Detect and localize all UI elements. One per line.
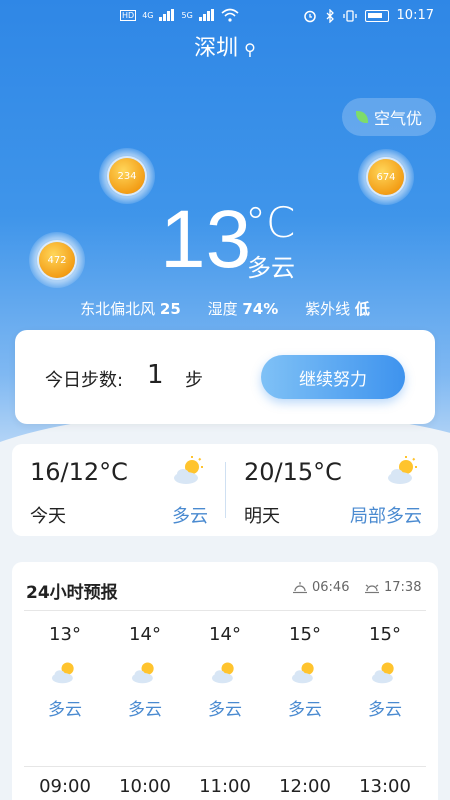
temperature-unit: °C [245,198,296,247]
hourly-condition: 多云 [368,700,402,720]
coin-value-3: 472 [39,242,75,278]
hourly-divider-2 [24,766,426,767]
sunrise-time: 06:46 [312,580,350,595]
battery-icon [364,9,389,22]
today-temps: 16/12°C [30,458,128,486]
coin-bubble-1[interactable]: 234 [99,148,155,204]
vibrate-icon [342,9,357,22]
partly-cloudy-icon [372,662,394,684]
steps-label: 今日步数: [45,370,124,391]
partly-cloudy-icon [52,662,74,684]
hourly-time: 13:00 [359,776,411,797]
air-quality-label: 空气优 [373,109,422,128]
partly-cloudy-icon [292,662,314,684]
hourly-item[interactable]: 15° 多云 13:00 [345,624,425,797]
coin-bubble-3[interactable]: 472 [29,232,85,288]
humidity-label: 湿度 [207,300,238,318]
keep-going-button[interactable]: 继续努力 [261,355,405,399]
uv-label: 紫外线 [305,300,351,318]
hd-icon: HD [120,9,137,21]
partly-cloudy-icon [388,456,417,484]
coin-value-1: 234 [109,158,145,194]
forecast-tomorrow[interactable]: 20/15°C 明天 局部多云 [226,444,434,536]
network-4g-label: 4G [142,10,154,20]
air-quality-badge[interactable]: 空气优 [341,98,436,136]
signal-icon [159,9,175,21]
sunset-time: 17:38 [384,580,422,595]
coin-value-2: 674 [368,159,404,195]
hourly-time: 11:00 [199,776,251,797]
hourly-time: 12:00 [279,776,331,797]
hourly-item[interactable]: 14° 多云 10:00 [105,624,185,797]
hourly-item[interactable]: 15° 多云 12:00 [265,624,345,797]
hourly-forecast-card: 24小时预报 06:46 17:38 13° 多云 09:00 14° 多云 1… [12,562,438,800]
tomorrow-desc: 局部多云 [350,506,422,527]
status-bar: HD 4G 5G 10:17 [0,6,450,30]
partly-cloudy-icon [174,456,203,484]
hourly-condition: 多云 [288,700,322,720]
signal-icon-2 [198,9,215,21]
humidity-value: 74% [242,300,279,318]
network-5g-label: 5G [181,10,193,20]
steps-value: 1 [147,360,164,390]
sunset-info: 17:38 [364,580,421,595]
bluetooth-icon [326,8,334,23]
steps-unit: 步 [185,370,203,391]
wifi-icon [221,8,239,22]
location-pin-icon: ⚲ [244,40,256,59]
hourly-condition: 多云 [128,700,162,720]
hourly-temp: 15° [369,624,401,645]
coin-bubble-2[interactable]: 674 [358,149,414,205]
status-time: 10:17 [396,8,434,23]
partly-cloudy-icon [132,662,154,684]
hourly-divider [24,610,426,611]
hourly-temp: 14° [129,624,161,645]
today-label: 今天 [30,506,66,527]
alarm-icon [303,10,316,22]
wind-label: 东北偏北风 [80,300,156,318]
sunset-icon [365,584,379,593]
hourly-condition: 多云 [48,700,82,720]
sunrise-icon [293,581,307,593]
partly-cloudy-icon [212,662,234,684]
sunrise-info: 06:46 [292,580,349,595]
weather-details: 东北偏北风 25 湿度 74% 紫外线 低 [0,298,450,319]
forecast-today[interactable]: 16/12°C 今天 多云 [12,444,220,536]
steps-card: 今日步数: 1 步 继续努力 [15,330,435,424]
hourly-temp: 14° [209,624,241,645]
hourly-condition: 多云 [208,700,242,720]
city-selector[interactable]: 深圳 ⚲ [0,30,450,62]
today-desc: 多云 [172,506,208,527]
wind-value: 25 [159,300,181,318]
hourly-time: 10:00 [119,776,171,797]
current-temperature: 13 [160,194,252,285]
tomorrow-temps: 20/15°C [244,458,342,486]
hourly-title: 24小时预报 [26,583,118,603]
current-condition: 多云 [247,254,295,282]
hourly-temp: 15° [289,624,321,645]
hourly-item[interactable]: 14° 多云 11:00 [185,624,265,797]
hourly-item[interactable]: 13° 多云 09:00 [25,624,105,797]
hourly-temp: 13° [49,624,81,645]
uv-value: 低 [354,300,370,318]
hourly-time: 09:00 [39,776,91,797]
leaf-icon [355,111,368,123]
daily-forecast-card: 16/12°C 今天 多云 20/15°C 明天 局部多云 [12,444,438,536]
tomorrow-label: 明天 [244,506,280,527]
city-name: 深圳 [194,36,239,61]
